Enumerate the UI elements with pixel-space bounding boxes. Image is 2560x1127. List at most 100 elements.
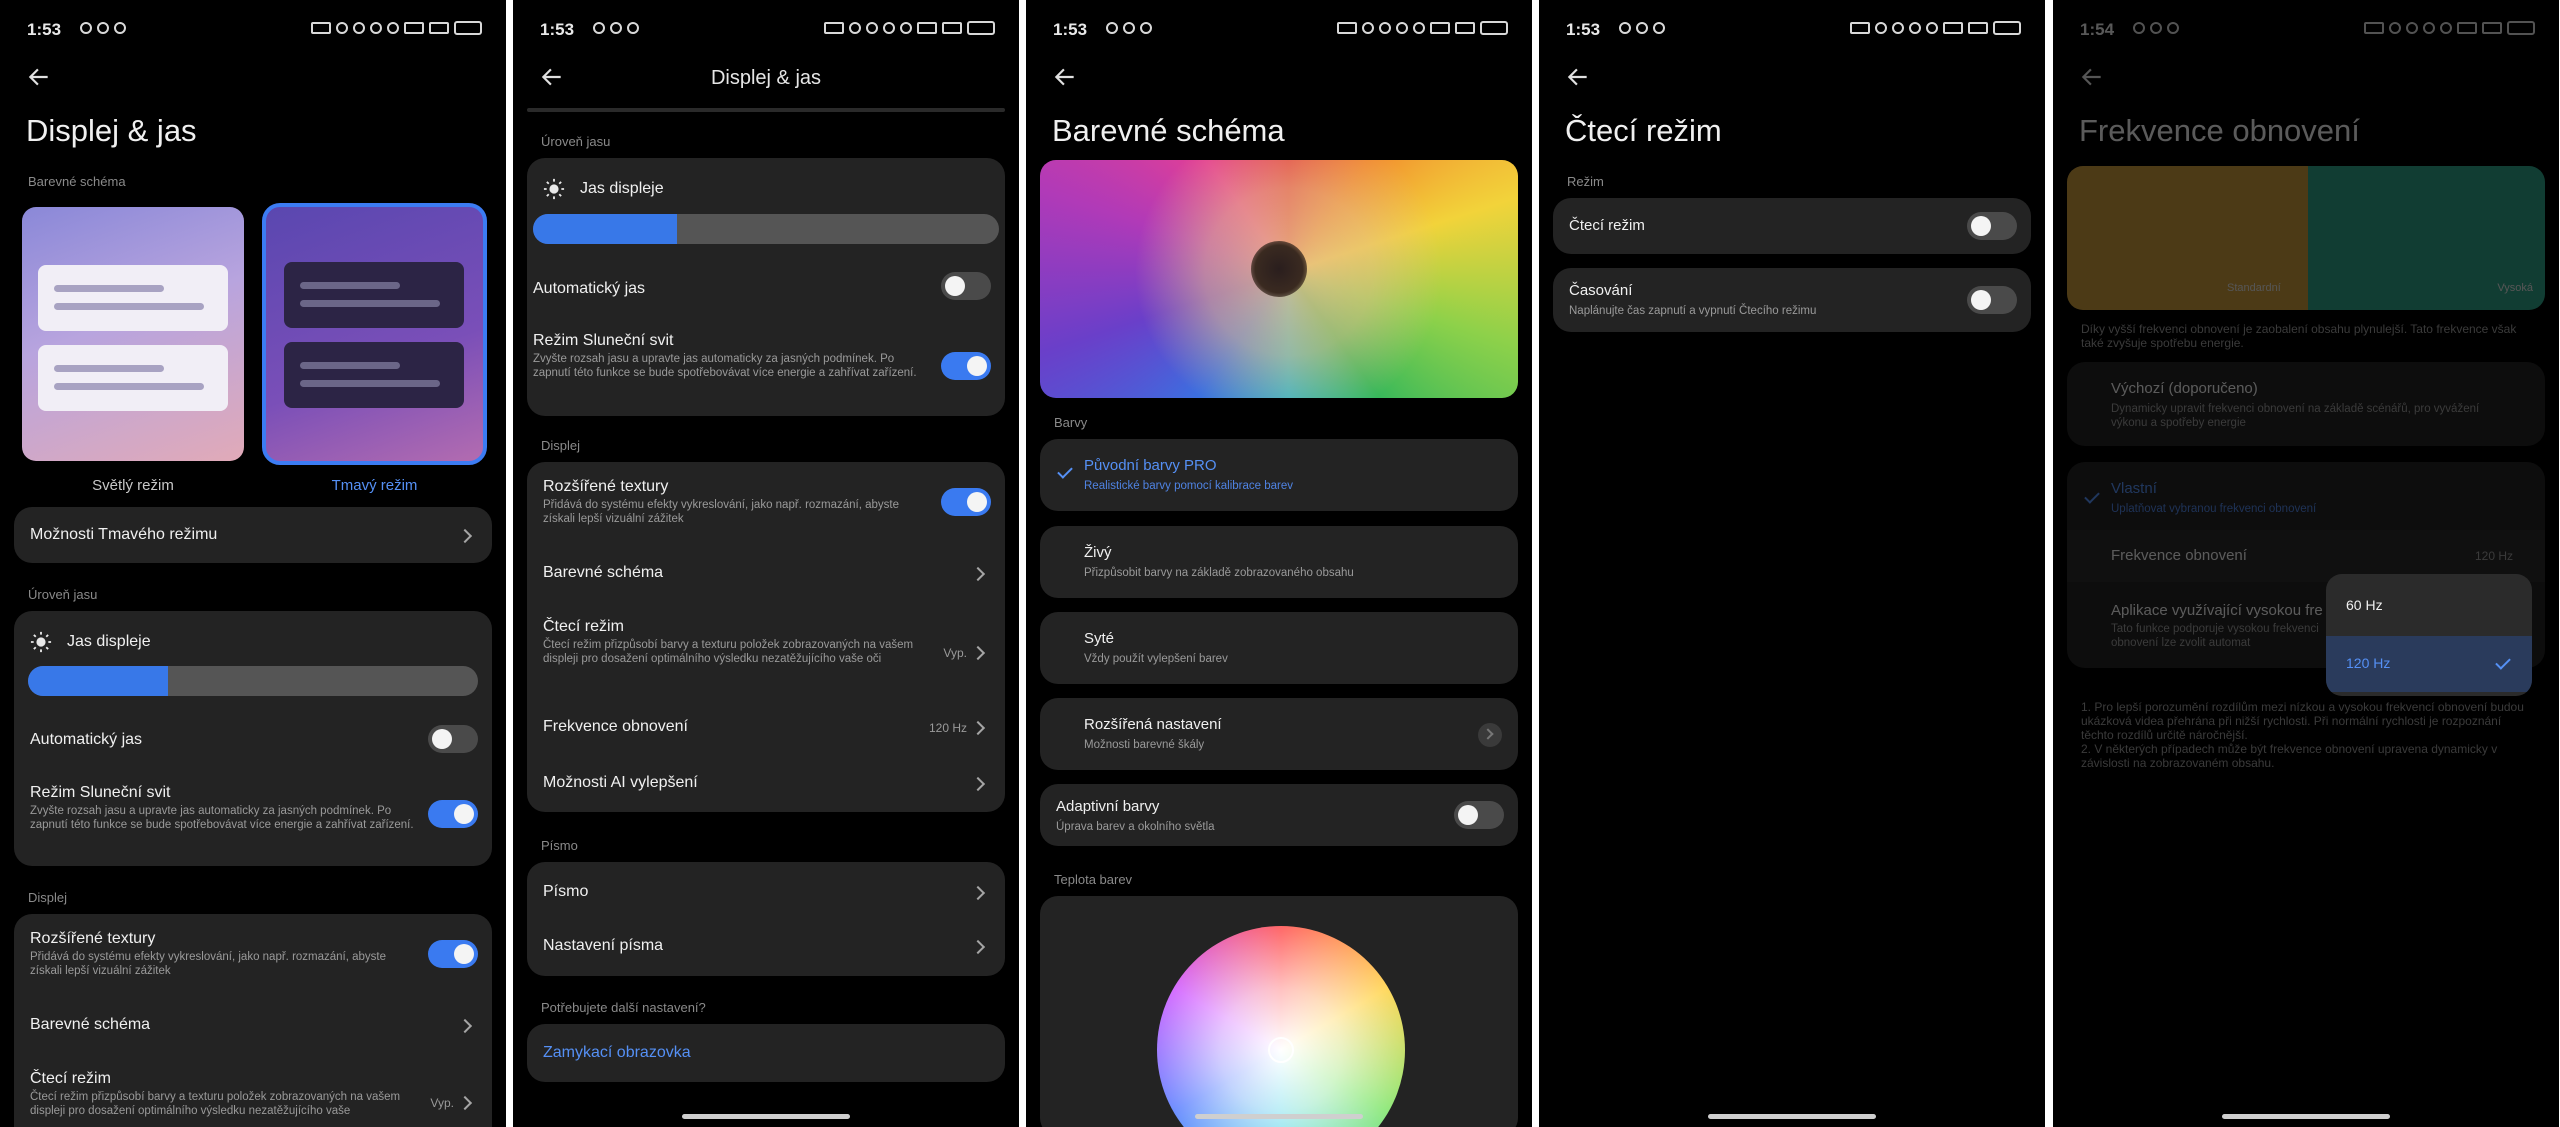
default-rate-title: Výchozí (doporučeno)	[2111, 380, 2258, 397]
battery-icon	[967, 21, 995, 35]
font-settings-row[interactable]: Nastavení písma	[527, 924, 1005, 968]
adaptive-colors-toggle[interactable]	[1454, 801, 1504, 829]
textures-toggle[interactable]	[941, 488, 991, 516]
timing-toggle[interactable]	[1967, 286, 2017, 314]
gesture-bar[interactable]	[1195, 1114, 1363, 1119]
refresh-rate-row[interactable]: Frekvence obnovení 120 Hz	[527, 708, 1005, 752]
sunlight-mode-title: Režim Sluneční svit	[533, 332, 674, 349]
auto-brightness-toggle[interactable]	[941, 272, 991, 300]
popup-option-60hz[interactable]: 60 Hz	[2326, 578, 2532, 634]
lock-screen-link[interactable]: Zamykací obrazovka	[543, 1044, 691, 1062]
battery-icon	[2507, 21, 2535, 35]
checkmark-icon	[1057, 463, 1073, 479]
back-arrow-icon[interactable]	[2079, 64, 2109, 94]
section-more-settings: Potřebujete další nastavení?	[541, 1000, 706, 1015]
ai-options-row[interactable]: Možnosti AI vylepšení	[527, 764, 1005, 808]
color-option-original-pro[interactable]: Původní barvy PRO Realistické barvy pomo…	[1040, 439, 1518, 511]
dark-mode-label[interactable]: Tmavý režim	[262, 477, 487, 494]
section-mode: Režim	[1567, 174, 1604, 189]
section-colors: Barvy	[1054, 415, 1088, 430]
reading-mode-row[interactable]: Čtecí režim Čtecí režim přizpůsobí barvy…	[14, 1064, 492, 1127]
reading-mode-row[interactable]: Čtecí režim Čtecí režim přizpůsobí barvy…	[527, 612, 1005, 696]
refresh-rate-select-value: 120 Hz	[2474, 549, 2513, 563]
timing-desc: Naplánujte čas zapnutí a vypnutí Čtecího…	[1569, 305, 1817, 317]
color-option-vivid[interactable]: Živý Přizpůsobit barvy na základě zobraz…	[1040, 526, 1518, 598]
system-icons	[824, 21, 995, 35]
notification-icons	[1106, 22, 1152, 34]
brightness-slider[interactable]	[28, 666, 478, 696]
light-mode-preview[interactable]	[22, 207, 244, 461]
brightness-slider[interactable]	[533, 214, 999, 244]
gesture-bar[interactable]	[1708, 1114, 1876, 1119]
section-display: Displej	[28, 890, 68, 905]
lock-screen-row[interactable]: Zamykací obrazovka	[527, 1024, 1005, 1082]
textures-toggle[interactable]	[428, 940, 478, 968]
reading-mode-row[interactable]: Čtecí režim	[1553, 198, 2031, 254]
adaptive-colors-row[interactable]: Adaptivní barvy Úprava barev a okolního …	[1040, 784, 1518, 846]
page-title: Frekvence obnovení	[2079, 113, 2360, 148]
sunlight-mode-toggle[interactable]	[941, 352, 991, 380]
high-rate-apps-title[interactable]: Aplikace využívající vysokou fre	[2111, 602, 2323, 619]
option-saturated-title: Syté	[1084, 630, 1115, 647]
status-time: 1:54	[2080, 20, 2115, 39]
reading-mode-title: Čtecí režim	[30, 1070, 111, 1087]
wheel-handle[interactable]	[1268, 1037, 1294, 1063]
battery-icon	[454, 21, 482, 35]
popup-option-120hz[interactable]: 120 Hz	[2326, 636, 2532, 692]
color-scheme-row[interactable]: Barevné schéma	[14, 1006, 492, 1050]
timing-row[interactable]: Časování Naplánujte čas zapnutí a vypnut…	[1553, 268, 2031, 332]
status-time: 1:53	[540, 20, 575, 39]
option-120hz-label: 120 Hz	[2346, 655, 2391, 671]
chevron-right-icon	[970, 776, 986, 792]
sun-icon	[543, 178, 565, 200]
color-option-saturated[interactable]: Syté Vždy použít vylepšení barev	[1040, 612, 1518, 684]
ai-options-label: Možnosti AI vylepšení	[543, 774, 698, 791]
light-mode-label[interactable]: Světlý režim	[22, 477, 244, 494]
display-card: Rozšířené textury Přidává do systému efe…	[14, 914, 492, 1127]
dark-mode-options-row[interactable]: Možnosti Tmavého režimu	[14, 507, 492, 563]
back-arrow-icon[interactable]	[1052, 64, 1082, 94]
back-arrow-icon[interactable]	[1565, 64, 1595, 94]
chevron-right-icon	[970, 566, 986, 582]
sunlight-mode-desc: Zvyšte rozsah jasu a upravte jas automat…	[30, 805, 414, 831]
font-settings-label: Nastavení písma	[543, 937, 664, 954]
brightness-label: Jas displeje	[67, 633, 151, 650]
battery-icon	[1993, 21, 2021, 35]
reading-mode-label: Čtecí režim	[1569, 217, 1645, 234]
brightness-card: Jas displeje Automatický jas Režim Slune…	[14, 611, 492, 866]
custom-rate-title[interactable]: Vlastní	[2111, 480, 2157, 497]
adaptive-colors-desc: Úprava barev a okolního světla	[1056, 821, 1215, 833]
option-advanced-desc: Možnosti barevné škály	[1084, 739, 1205, 751]
status-bar: 1:53	[0, 0, 506, 58]
gesture-bar[interactable]	[682, 1114, 850, 1119]
dark-mode-preview[interactable]	[262, 203, 487, 465]
back-arrow-icon[interactable]	[26, 64, 56, 94]
screen-reading-mode: 1:53 Čtecí režim Režim Čtecí režim Časov…	[1539, 0, 2045, 1127]
color-scheme-row[interactable]: Barevné schéma	[527, 554, 1005, 598]
high-rate-apps-desc: Tato funkce podporuje vysokou frekvenci …	[2111, 623, 2319, 649]
sunlight-mode-toggle[interactable]	[428, 800, 478, 828]
option-vivid-desc: Přizpůsobit barvy na základě zobrazované…	[1084, 567, 1354, 579]
section-brightness: Úroveň jasu	[28, 587, 98, 602]
option-vivid-title: Živý	[1084, 544, 1112, 561]
option-advanced-title: Rozšířená nastavení	[1084, 716, 1222, 733]
advanced-settings-icon	[1478, 723, 1502, 747]
textures-title: Rozšířené textury	[543, 478, 669, 495]
section-display: Displej	[541, 438, 581, 453]
default-rate-option[interactable]: Výchozí (doporučeno) Dynamicky upravit f…	[2067, 362, 2545, 446]
page-title: Barevné schéma	[1052, 113, 1285, 148]
font-row[interactable]: Písmo	[527, 870, 1005, 914]
reading-mode-desc: Čtecí režim přizpůsobí barvy a texturu p…	[30, 1091, 401, 1117]
auto-brightness-toggle[interactable]	[428, 725, 478, 753]
status-time: 1:53	[27, 20, 62, 39]
section-brightness: Úroveň jasu	[541, 134, 611, 149]
reading-mode-toggle[interactable]	[1967, 212, 2017, 240]
auto-brightness-label: Automatický jas	[30, 731, 143, 748]
refresh-rate-select-label: Frekvence obnovení	[2111, 547, 2247, 564]
chevron-right-icon	[457, 528, 473, 544]
gesture-bar[interactable]	[2222, 1114, 2390, 1119]
color-option-advanced[interactable]: Rozšířená nastavení Možnosti barevné šká…	[1040, 698, 1518, 770]
chevron-right-icon	[457, 1095, 473, 1111]
checkmark-icon	[2495, 654, 2511, 670]
brightness-fill	[533, 214, 678, 244]
